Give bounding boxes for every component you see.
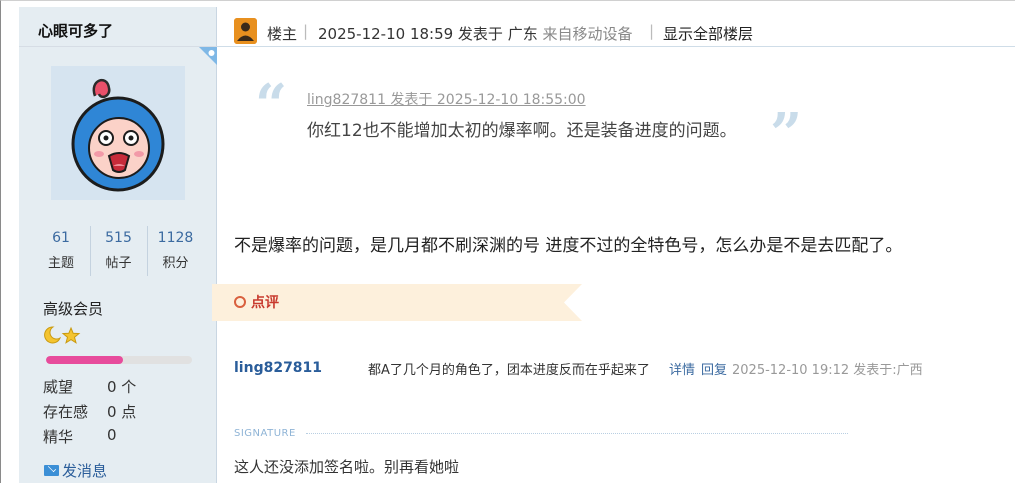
author-name[interactable]: 心眼可多了 xyxy=(38,20,113,41)
show-all-floors-link[interactable]: 显示全部楼层 xyxy=(663,23,753,44)
comment-detail-link[interactable]: 详情 xyxy=(669,359,695,378)
user-group-title[interactable]: 高级会员 xyxy=(43,298,103,319)
post-body: 不是爆率的问题，是几月都不刷深渊的号 进度不过的全特色号，怎么办是不是去匹配了。 xyxy=(234,236,903,256)
avatar[interactable] xyxy=(51,66,185,200)
stat-credits-value: 1128 xyxy=(157,230,194,246)
stat-posts-label: 帖子 xyxy=(105,256,132,271)
signature-label: SIGNATURE xyxy=(234,428,296,439)
level-moon-star-icon xyxy=(44,326,81,344)
signature-divider xyxy=(306,433,848,434)
comment-timestamp: 2025-12-10 19:12 发表于:广西 xyxy=(732,363,923,378)
floor-label: 楼主 xyxy=(267,25,298,43)
quote-open-icon: “ xyxy=(255,72,288,138)
signature-text: 这人还没添加签名啦。别再看她啦 xyxy=(234,458,460,476)
level-progress-fill xyxy=(46,356,124,364)
quote-meta-link[interactable]: ling827811 发表于 2025-12-10 18:55:00 xyxy=(307,89,586,109)
stat-credits-label: 积分 xyxy=(162,256,189,271)
prop-digest-value: 0 xyxy=(107,426,117,444)
avatar-cartoon-icon xyxy=(71,78,165,192)
comment-user-link[interactable]: ling827811 xyxy=(234,360,322,376)
comment-reply-link[interactable]: 回复 xyxy=(701,359,727,378)
floor-owner-icon xyxy=(234,18,257,44)
comment-ring-icon xyxy=(234,296,246,308)
online-corner-icon xyxy=(199,47,217,65)
stat-topics-label: 主题 xyxy=(47,256,74,271)
comment-section-label: 点评 xyxy=(234,292,279,312)
level-progress-bar xyxy=(46,356,192,364)
quote-body: 你红12也不能增加太初的爆率啊。还是装备进度的问题。 xyxy=(307,121,737,141)
prop-prestige-label: 威望 xyxy=(43,378,74,396)
post-header: 楼主 | 2025-12-10 18:59 发表于 广东 来自移动设备 | 显示… xyxy=(217,7,1015,47)
prop-presence-value: 0 点 xyxy=(107,403,137,421)
comment-text: 都A了几个月的角色了，团本进度反而在乎起来了 xyxy=(368,363,650,378)
send-message-link[interactable]: 发消息 xyxy=(44,460,107,481)
prop-prestige-value: 0 个 xyxy=(107,378,137,396)
stat-topics[interactable]: 61 主题 xyxy=(33,226,89,276)
prop-digest-label: 精华 xyxy=(43,428,74,446)
header-separator: | xyxy=(303,22,309,40)
send-message-label: 发消息 xyxy=(62,462,108,480)
author-stats: 61 主题 515 帖子 1128 积分 xyxy=(33,226,203,276)
prop-presence-label: 存在感 xyxy=(43,403,89,421)
author-name-row: 心眼可多了 xyxy=(19,7,217,47)
quote-close-icon: ” xyxy=(770,101,803,167)
stat-posts-value: 515 xyxy=(105,230,132,246)
stat-credits[interactable]: 1128 积分 xyxy=(147,226,203,276)
post-device: 来自移动设备 xyxy=(542,25,633,43)
comment-label-text: 点评 xyxy=(251,295,279,311)
stat-topics-value: 61 xyxy=(52,230,70,246)
author-sidebar: 心眼可多了 61 主题 515 帖子 1128 积分 高级会员 威望 0 个 存… xyxy=(19,7,217,483)
post-time-text: 2025-12-10 18:59 发表于 广东 xyxy=(318,25,538,43)
post-timestamp: 2025-12-10 18:59 发表于 广东 来自移动设备 xyxy=(318,23,633,44)
mail-icon xyxy=(44,465,59,476)
stat-posts[interactable]: 515 帖子 xyxy=(90,226,146,276)
header-separator-2: | xyxy=(649,22,655,40)
